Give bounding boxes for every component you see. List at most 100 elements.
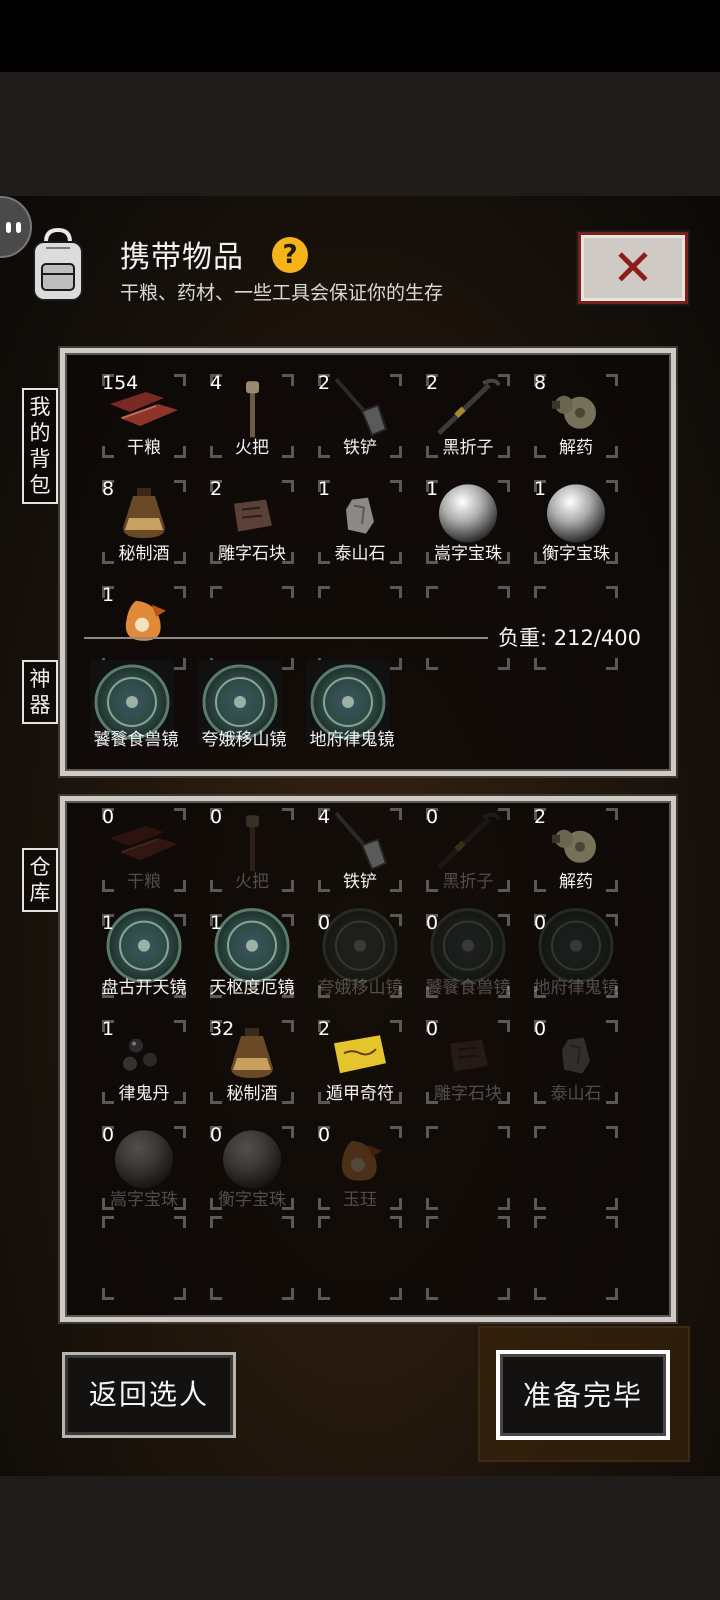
help-icon[interactable]: ? <box>272 237 308 273</box>
item-count: 0 <box>426 912 439 934</box>
item-name: 泰山石 <box>334 544 386 564</box>
storage-item-slot[interactable]: 0 地府律鬼镜 <box>526 908 626 1004</box>
storage-item-slot[interactable]: 1 盘古开天镜 <box>94 908 194 1004</box>
item-count: 0 <box>210 806 223 828</box>
item-name: 铁铲 <box>343 438 377 458</box>
backpack-item-slot[interactable]: 4 火把 <box>202 368 302 464</box>
taishan-stone-icon <box>344 496 376 540</box>
item-count: 1 <box>102 1018 115 1040</box>
item-count: 1 <box>210 912 223 934</box>
item-name: 雕字石块 <box>218 544 286 564</box>
backpack-item-slot[interactable]: 8 解药 <box>526 368 626 464</box>
empty-slot[interactable] <box>94 1210 194 1306</box>
item-count: 1 <box>102 584 115 606</box>
item-name: 嵩字宝珠 <box>434 544 502 564</box>
item-name: 火把 <box>235 872 269 892</box>
item-count: 8 <box>534 372 547 394</box>
item-name: 雕字石块 <box>434 1084 502 1104</box>
storage-item-slot[interactable]: 1 律鬼丹 <box>94 1014 194 1110</box>
storage-item-slot[interactable]: 2 遁甲奇符 <box>310 1014 410 1110</box>
item-name: 干粮 <box>127 438 161 458</box>
item-name: 干粮 <box>127 872 161 892</box>
backpack-item-slot[interactable]: 2 黑折子 <box>418 368 518 464</box>
storage-item-slot[interactable]: 0 衡字宝珠 <box>202 1120 302 1216</box>
talisman-icon <box>330 1033 390 1081</box>
backpack-item-slot[interactable]: 1 衡字宝珠 <box>526 474 626 570</box>
item-count: 0 <box>318 1124 331 1146</box>
artifact-slot[interactable]: 地府律鬼镜 <box>302 656 402 752</box>
close-button[interactable]: ✕ <box>578 232 688 304</box>
item-name: 秘制酒 <box>118 544 170 564</box>
item-name: 天枢度厄镜 <box>209 978 295 998</box>
divider <box>84 637 488 639</box>
backpack-item-slot[interactable]: 8 秘制酒 <box>94 474 194 570</box>
empty-slot[interactable] <box>526 1210 626 1306</box>
empty-slot[interactable] <box>526 1120 626 1216</box>
wine-jar-icon <box>227 1026 277 1086</box>
bottom-letterbox <box>0 1476 720 1600</box>
item-name: 玉珏 <box>343 1190 377 1210</box>
backpack-item-slot[interactable]: 2 雕字石块 <box>202 474 302 570</box>
backpack-item-slot[interactable]: 2 铁铲 <box>310 368 410 464</box>
item-count: 0 <box>534 912 547 934</box>
storage-item-slot[interactable]: 0 干粮 <box>94 802 194 898</box>
backpack-item-slot[interactable]: 1 泰山石 <box>310 474 410 570</box>
item-name: 衡字宝珠 <box>542 544 610 564</box>
ready-button[interactable]: 准备完毕 <box>496 1350 670 1440</box>
storage-item-slot[interactable]: 0 火把 <box>202 802 302 898</box>
item-name: 黑折子 <box>442 438 494 458</box>
item-count: 2 <box>426 372 439 394</box>
item-count: 0 <box>426 806 439 828</box>
backpack-icon <box>33 228 83 301</box>
pills-icon <box>120 1036 168 1080</box>
wine-jar-icon <box>119 486 169 546</box>
antidote-gourd-icon <box>550 385 602 437</box>
artifact-name: 夸娥移山镜 <box>201 730 287 750</box>
item-count: 2 <box>534 806 547 828</box>
artifact-slot[interactable]: 夸娥移山镜 <box>194 656 294 752</box>
item-count: 0 <box>210 1124 223 1146</box>
status-bar <box>0 0 720 72</box>
item-name: 遁甲奇符 <box>326 1084 394 1104</box>
empty-slot[interactable] <box>202 1210 302 1306</box>
empty-slot[interactable] <box>418 1120 518 1216</box>
item-count: 2 <box>210 478 223 500</box>
close-icon: ✕ <box>612 239 654 297</box>
item-name: 泰山石 <box>550 1084 602 1104</box>
item-name: 律鬼丹 <box>118 1084 170 1104</box>
item-count: 4 <box>318 806 331 828</box>
backpack-label: 我的 背包 <box>22 388 58 504</box>
item-count: 0 <box>426 1018 439 1040</box>
item-name: 解药 <box>559 438 593 458</box>
item-count: 2 <box>318 1018 331 1040</box>
storage-item-slot[interactable]: 0 嵩字宝珠 <box>94 1120 194 1216</box>
item-name: 饕餮食兽镜 <box>425 978 511 998</box>
storage-item-slot[interactable]: 32 秘制酒 <box>202 1014 302 1110</box>
item-name: 火把 <box>235 438 269 458</box>
artifact-slot[interactable]: 饕餮食兽镜 <box>86 656 186 752</box>
item-count: 1 <box>426 478 439 500</box>
storage-label: 仓库 <box>22 848 58 912</box>
storage-item-slot[interactable]: 0 黑折子 <box>418 802 518 898</box>
storage-item-slot[interactable]: 0 夸娥移山镜 <box>310 908 410 1004</box>
storage-item-slot[interactable]: 2 解药 <box>526 802 626 898</box>
storage-item-slot[interactable]: 0 雕字石块 <box>418 1014 518 1110</box>
backpack-item-slot[interactable]: 154 干粮 <box>94 368 194 464</box>
artifact-name: 地府律鬼镜 <box>309 730 395 750</box>
storage-item-slot[interactable]: 0 饕餮食兽镜 <box>418 908 518 1004</box>
storage-item-slot[interactable]: 4 铁铲 <box>310 802 410 898</box>
empty-slot[interactable] <box>418 1210 518 1306</box>
artifacts-label: 神器 <box>22 660 58 724</box>
item-name: 夸娥移山镜 <box>317 978 403 998</box>
item-count: 4 <box>210 372 223 394</box>
storage-item-slot[interactable]: 1 天枢度厄镜 <box>202 908 302 1004</box>
back-to-character-select-button[interactable]: 返回选人 <box>62 1352 236 1438</box>
storage-item-slot[interactable]: 0 泰山石 <box>526 1014 626 1110</box>
empty-slot[interactable] <box>310 1210 410 1306</box>
top-letterbox <box>0 72 720 196</box>
item-count: 1 <box>534 478 547 500</box>
storage-item-slot[interactable]: 0 玉珏 <box>310 1120 410 1216</box>
backpack-item-slot[interactable]: 1 嵩字宝珠 <box>418 474 518 570</box>
item-name: 衡字宝珠 <box>218 1190 286 1210</box>
item-count: 1 <box>102 912 115 934</box>
